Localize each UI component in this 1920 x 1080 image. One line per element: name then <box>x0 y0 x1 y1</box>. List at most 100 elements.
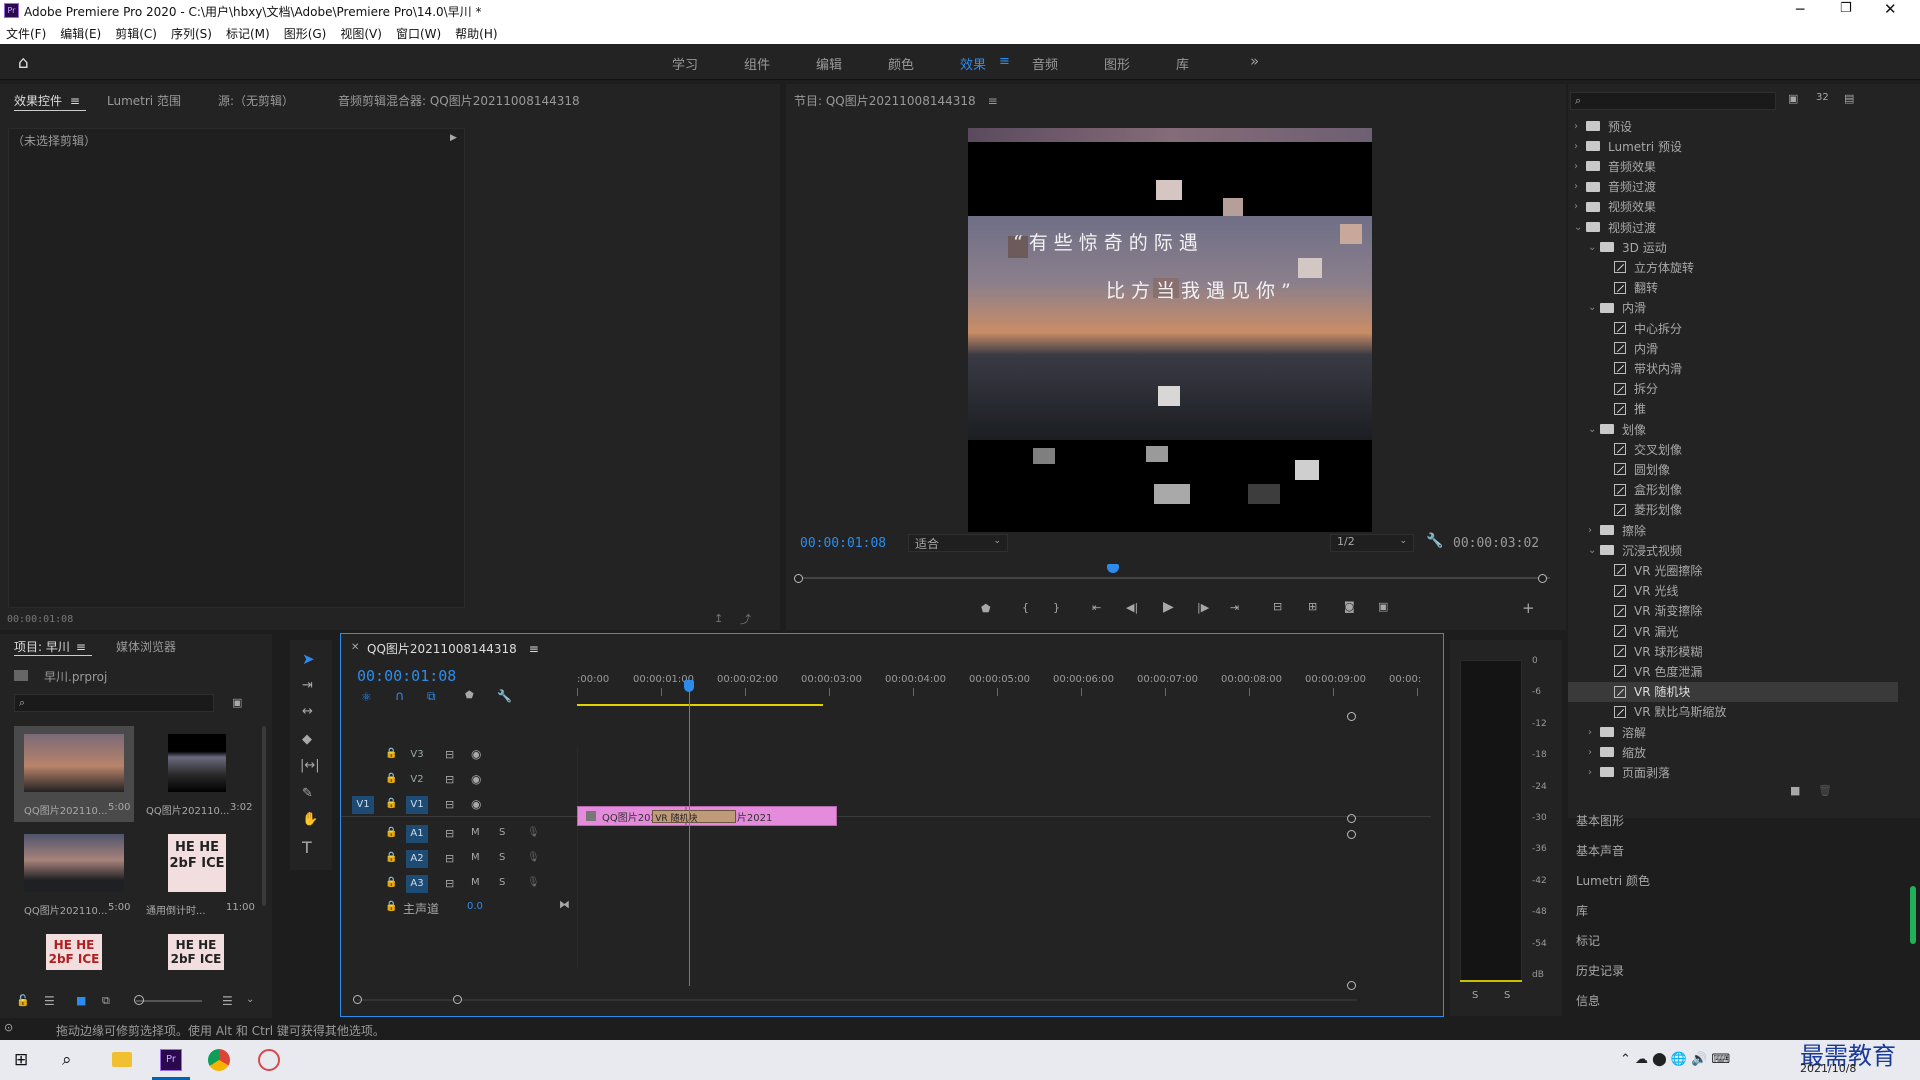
effects-folder[interactable]: › Lumetri 预设 <box>1568 136 1898 156</box>
go-to-out-icon[interactable]: ⇥ <box>1230 601 1239 614</box>
effect-item[interactable]: VR 色度泄漏 <box>1568 661 1898 681</box>
work-area-bar[interactable] <box>577 704 823 706</box>
settings-wrench-icon[interactable]: 🔧 <box>1426 533 1443 549</box>
lift-icon[interactable]: ⊟ <box>1273 600 1282 613</box>
eye-icon[interactable]: ◉ <box>471 772 481 786</box>
new-bin-from-search-icon[interactable]: ▣ <box>232 696 242 709</box>
program-timecode[interactable]: 00:00:01:08 <box>800 536 886 551</box>
linked-selection-icon[interactable]: ⧉ <box>427 689 436 704</box>
chevron-down-icon[interactable]: ⌄ <box>246 994 254 1005</box>
effect-item[interactable]: 交叉划像 <box>1568 439 1898 459</box>
menu-graphics[interactable]: 图形(G) <box>284 25 327 42</box>
taskbar-search-icon[interactable]: ⌕ <box>62 1050 72 1070</box>
program-playhead[interactable] <box>1106 564 1119 573</box>
effect-item[interactable]: VR 渐变擦除 <box>1568 601 1898 621</box>
add-button-icon[interactable]: + <box>1522 599 1535 617</box>
scrubber-end-handle[interactable] <box>1538 574 1547 583</box>
effects-folder[interactable]: ⌄ 沉浸式视频 <box>1568 540 1898 560</box>
timeline-playhead[interactable] <box>688 680 690 986</box>
sync-lock-icon[interactable]: ⊟ <box>445 773 454 786</box>
track-label[interactable]: V3 <box>406 746 428 764</box>
source-patch-v1[interactable]: V1 <box>352 796 374 814</box>
menu-window[interactable]: 窗口(W) <box>396 25 441 42</box>
close-button[interactable]: ✕ <box>1884 0 1897 18</box>
eye-icon[interactable]: ◉ <box>471 797 481 811</box>
lock-track-icon[interactable]: 🔒 <box>385 877 397 888</box>
nest-sequence-icon[interactable]: ⚛ <box>361 690 372 704</box>
effects-folder[interactable]: › 缩放 <box>1568 742 1898 762</box>
lock-track-icon[interactable]: 🔒 <box>385 852 397 863</box>
tab-source[interactable]: 源:（无剪辑） <box>218 92 294 109</box>
tab-media-browser[interactable]: 媒体浏览器 <box>116 638 176 655</box>
tab-audio-clip-mixer[interactable]: 音频剪辑混合器: QQ图片20211008144318 <box>338 92 580 109</box>
effect-item[interactable]: VR 球形模糊 <box>1568 641 1898 661</box>
hand-tool-icon[interactable]: ✋ <box>302 812 318 827</box>
filter-icon[interactable]: ⤴ <box>740 611 751 627</box>
effects-folder[interactable]: › 预设 <box>1568 116 1898 136</box>
sync-lock-icon[interactable]: ⊟ <box>445 827 454 840</box>
mute-button[interactable]: M <box>471 827 480 838</box>
effect-item[interactable]: 拆分 <box>1568 379 1898 399</box>
chevron-right-icon[interactable]: › <box>1588 767 1600 778</box>
sync-lock-icon[interactable]: ⊟ <box>445 748 454 761</box>
app-taskbar-icon[interactable] <box>258 1049 280 1071</box>
list-view-icon[interactable]: ☰ <box>44 994 55 1008</box>
track-label[interactable]: A1 <box>406 825 428 843</box>
time-ruler[interactable]: :00:00 00:00:01:00 00:00:02:00 00:00:03:00 0… <box>577 674 1433 700</box>
effects-folder[interactable]: › 擦除 <box>1568 520 1898 540</box>
effect-item[interactable]: 圆划像 <box>1568 459 1898 479</box>
freeform-view-icon[interactable]: ⧉ <box>102 994 110 1008</box>
zoom-slider-handle[interactable] <box>134 995 144 1005</box>
menu-view[interactable]: 视图(V) <box>340 25 382 42</box>
tab-project[interactable]: 项目: 早川 ≡ <box>14 638 86 655</box>
bottom-panel-libraries[interactable]: 库 <box>1576 902 1588 919</box>
mute-button[interactable]: M <box>471 852 480 863</box>
master-expand-icon[interactable]: ⧓ <box>559 898 570 911</box>
track-label[interactable]: V1 <box>406 796 428 814</box>
selection-tool-icon[interactable]: ➤ <box>302 650 315 668</box>
master-volume-value[interactable]: 0.0 <box>467 901 483 912</box>
play-icon[interactable]: ▶ <box>1163 599 1174 615</box>
effect-item[interactable]: 菱形划像 <box>1568 500 1898 520</box>
effect-item[interactable]: 翻转 <box>1568 278 1898 298</box>
project-search-input[interactable]: ⌕ <box>14 694 214 712</box>
icon-view-icon[interactable]: ■ <box>76 994 86 1007</box>
bottom-panel-info[interactable]: 信息 <box>1576 992 1600 1009</box>
chrome-icon[interactable] <box>208 1049 230 1071</box>
ws-more-button[interactable]: » <box>1250 52 1259 70</box>
ws-tab-learn[interactable]: 学习 <box>672 54 698 73</box>
sync-lock-icon[interactable]: ⊟ <box>445 877 454 890</box>
effect-item[interactable]: VR 随机块 <box>1568 681 1898 702</box>
menu-file[interactable]: 文件(F) <box>6 25 46 42</box>
effect-item[interactable]: VR 光线 <box>1568 581 1898 601</box>
ripple-edit-tool-icon[interactable]: ↔ <box>302 704 313 719</box>
effects-folder[interactable]: › 音频效果 <box>1568 156 1898 176</box>
track-select-tool-icon[interactable]: ⇥ <box>302 678 313 693</box>
chevron-down-icon[interactable]: ⌄ <box>1574 222 1586 233</box>
effects-folder[interactable]: ⌄ 内滑 <box>1568 298 1898 318</box>
track-label[interactable]: A3 <box>406 875 428 893</box>
v-scroll-bottom-handle[interactable] <box>1347 981 1356 990</box>
h-scroll-right-handle[interactable] <box>453 995 462 1004</box>
project-item-4-thumb[interactable]: HE HE 2bF ICE <box>168 834 226 892</box>
ws-effects-menu-icon[interactable]: ≡ <box>999 54 1010 69</box>
chevron-down-icon[interactable]: ⌄ <box>1588 242 1600 253</box>
home-icon[interactable]: ⌂ <box>18 53 29 73</box>
h-scrollbar[interactable] <box>357 999 1357 1001</box>
pen-tool-icon[interactable]: ✎ <box>302 786 313 801</box>
project-item-6-thumb[interactable]: HE HE 2bF ICE <box>168 934 224 970</box>
bottom-panel-lumetri-color[interactable]: Lumetri 颜色 <box>1576 872 1650 889</box>
chevron-right-icon[interactable]: › <box>1588 525 1600 536</box>
chevron-down-icon[interactable]: ⌄ <box>1588 424 1600 435</box>
32bit-effects-icon[interactable]: 32 <box>1816 92 1829 103</box>
accelerated-effects-icon[interactable]: ▣ <box>1788 92 1798 105</box>
timeline-playhead-handle[interactable] <box>683 680 694 692</box>
sort-icon[interactable]: ☰ <box>222 994 233 1008</box>
solo-right-button[interactable]: S <box>1504 990 1510 1001</box>
minimize-button[interactable]: ─ <box>1796 2 1804 18</box>
menu-clip[interactable]: 剪辑(C) <box>115 25 157 42</box>
chevron-right-icon[interactable]: › <box>1588 727 1600 738</box>
lock-track-icon[interactable]: 🔒 <box>385 901 397 912</box>
v-scroll-mid-handle-1[interactable] <box>1347 814 1356 823</box>
tab-effect-controls[interactable]: 效果控件 ≡ <box>14 92 80 109</box>
